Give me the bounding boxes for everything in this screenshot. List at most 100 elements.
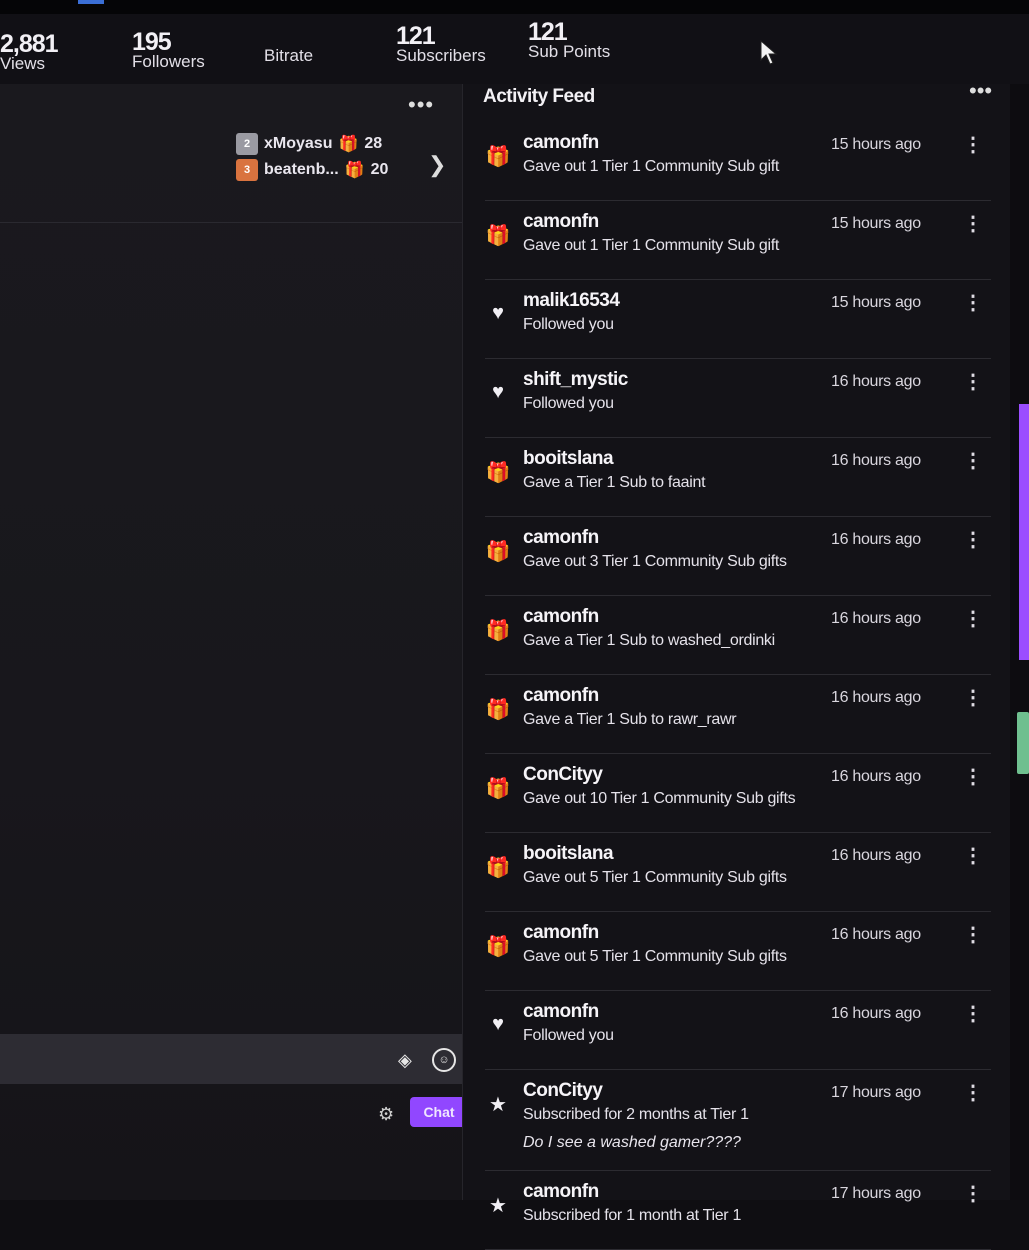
activity-description: Subscribed for 1 month at Tier 1 <box>523 1207 742 1224</box>
active-tab-indicator <box>78 0 104 4</box>
emote-picker-icon[interactable]: ☺ <box>432 1048 456 1072</box>
activity-timestamp: 16 hours ago <box>831 373 921 390</box>
activity-feed-list: 🎁 camonfn Gave out 1 Tier 1 Community Sub … <box>485 122 991 1250</box>
activity-item[interactable]: ♥ shift_mystic Followed you 16 hours ago ⋮ <box>485 359 991 438</box>
activity-description: Gave out 1 Tier 1 Community Sub gift <box>523 237 779 254</box>
activity-item[interactable]: 🎁 camonfn Gave out 5 Tier 1 Community Sub … <box>485 912 991 991</box>
activity-description: Followed you <box>523 316 614 333</box>
side-thumbnail[interactable] <box>1017 712 1029 774</box>
activity-username[interactable]: camonfn <box>523 606 599 628</box>
kebab-menu-icon[interactable]: ⋮ <box>963 922 983 947</box>
gift-icon: 🎁 <box>485 462 511 484</box>
bits-icon[interactable]: ◈ <box>398 1050 412 1071</box>
kebab-menu-icon[interactable]: ⋮ <box>963 527 983 552</box>
left-panel: ••• 2 xMoyasu 🎁 28 3 beatenb... 🎁 20 ❯ <box>0 84 462 1200</box>
more-options-icon[interactable]: ••• <box>969 78 992 104</box>
subscribers-label: Subscribers <box>396 46 486 65</box>
activity-item[interactable]: 🎁 camonfn Gave out 1 Tier 1 Community Sub … <box>485 201 991 280</box>
activity-timestamp: 16 hours ago <box>831 1005 921 1022</box>
activity-username[interactable]: camonfn <box>523 527 599 549</box>
activity-username[interactable]: ConCityy <box>523 764 603 786</box>
kebab-menu-icon[interactable]: ⋮ <box>963 132 983 157</box>
heart-icon: ♥ <box>492 381 504 403</box>
mouse-cursor-icon <box>760 40 778 65</box>
activity-description: Gave out 5 Tier 1 Community Sub gifts <box>523 869 787 886</box>
stat-subscribers[interactable]: 121 Subscribers <box>396 24 486 65</box>
kebab-menu-icon[interactable]: ⋮ <box>963 1181 983 1206</box>
activity-timestamp: 17 hours ago <box>831 1084 921 1101</box>
kebab-menu-icon[interactable]: ⋮ <box>963 369 983 394</box>
activity-description: Followed you <box>523 1027 614 1044</box>
chat-input[interactable] <box>0 1034 466 1084</box>
gift-icon: 🎁 <box>338 136 359 153</box>
activity-item[interactable]: 🎁 camonfn Gave a Tier 1 Sub to washed_ordi… <box>485 596 991 675</box>
leaderboard-gift-count: 20 <box>370 161 389 178</box>
rank-badge: 2 <box>236 133 258 155</box>
activity-item[interactable]: ★ camonfn Subscribed for 1 month at Tier 1… <box>485 1171 991 1250</box>
rank-badge: 3 <box>236 159 258 181</box>
activity-timestamp: 16 hours ago <box>831 452 921 469</box>
activity-timestamp: 15 hours ago <box>831 136 921 153</box>
activity-message: Do I see a washed gamer???? <box>523 1134 741 1151</box>
activity-description: Gave a Tier 1 Sub to rawr_rawr <box>523 711 737 728</box>
activity-item[interactable]: ♥ camonfn Followed you 16 hours ago ⋮ <box>485 991 991 1070</box>
gear-icon[interactable]: ⚙ <box>378 1104 394 1125</box>
activity-description: Gave a Tier 1 Sub to faaint <box>523 474 706 491</box>
kebab-menu-icon[interactable]: ⋮ <box>963 211 983 236</box>
kebab-menu-icon[interactable]: ⋮ <box>963 1001 983 1026</box>
gift-icon: 🎁 <box>344 162 365 179</box>
gift-icon: 🎁 <box>485 699 511 721</box>
activity-item[interactable]: ★ ConCityy Subscribed for 2 months at Tier… <box>485 1070 991 1171</box>
activity-username[interactable]: malik16534 <box>523 290 620 312</box>
leaderboard-entry[interactable]: 2 xMoyasu 🎁 28 <box>236 132 382 156</box>
stat-bitrate[interactable]: Bitrate <box>264 46 314 65</box>
activity-username[interactable]: camonfn <box>523 132 599 154</box>
activity-username[interactable]: booitslana <box>523 448 614 470</box>
activity-username[interactable]: camonfn <box>523 211 599 233</box>
activity-item[interactable]: 🎁 camonfn Gave a Tier 1 Sub to rawr_rawr 16… <box>485 675 991 754</box>
activity-timestamp: 16 hours ago <box>831 610 921 627</box>
activity-username[interactable]: ConCityy <box>523 1080 603 1102</box>
activity-username[interactable]: camonfn <box>523 922 599 944</box>
activity-description: Gave a Tier 1 Sub to washed_ordinki <box>523 632 775 649</box>
kebab-menu-icon[interactable]: ⋮ <box>963 1080 983 1105</box>
kebab-menu-icon[interactable]: ⋮ <box>963 290 983 315</box>
activity-item[interactable]: ♥ malik16534 Followed you 15 hours ago ⋮ <box>485 280 991 359</box>
leaderboard-gift-count: 28 <box>364 135 383 152</box>
stat-views[interactable]: 2,881 Views <box>0 32 59 73</box>
activity-item[interactable]: 🎁 camonfn Gave out 3 Tier 1 Community Sub … <box>485 517 991 596</box>
stat-followers[interactable]: 195 Followers <box>132 30 205 71</box>
activity-timestamp: 16 hours ago <box>831 768 921 785</box>
kebab-menu-icon[interactable]: ⋮ <box>963 606 983 631</box>
activity-item[interactable]: 🎁 ConCityy Gave out 10 Tier 1 Community Su… <box>485 754 991 833</box>
gift-icon: 🎁 <box>485 936 511 958</box>
gift-icon: 🎁 <box>485 778 511 800</box>
activity-description: Gave out 10 Tier 1 Community Sub gifts <box>523 790 796 807</box>
more-options-icon[interactable]: ••• <box>408 92 434 118</box>
heart-icon: ♥ <box>492 1013 504 1035</box>
chevron-right-icon[interactable]: ❯ <box>428 152 446 178</box>
kebab-menu-icon[interactable]: ⋮ <box>963 448 983 473</box>
activity-feed-title: Activity Feed <box>483 86 595 107</box>
bitrate-label: Bitrate <box>264 46 314 65</box>
activity-username[interactable]: camonfn <box>523 1001 599 1023</box>
activity-item[interactable]: 🎁 camonfn Gave out 1 Tier 1 Community Sub … <box>485 122 991 201</box>
activity-username[interactable]: booitslana <box>523 843 614 865</box>
activity-item[interactable]: 🎁 booitslana Gave a Tier 1 Sub to faaint 16… <box>485 438 991 517</box>
leaderboard-entry[interactable]: 3 beatenb... 🎁 20 <box>236 158 388 182</box>
gift-icon: 🎁 <box>485 225 511 247</box>
activity-item[interactable]: 🎁 booitslana Gave out 5 Tier 1 Community S… <box>485 833 991 912</box>
kebab-menu-icon[interactable]: ⋮ <box>963 764 983 789</box>
sub-points-label: Sub Points <box>528 42 611 61</box>
activity-timestamp: 16 hours ago <box>831 689 921 706</box>
kebab-menu-icon[interactable]: ⋮ <box>963 843 983 868</box>
stats-bar: 2,881 Views 195 Followers Bitrate 121 Su… <box>0 14 1029 84</box>
chat-button[interactable]: Chat <box>410 1097 468 1127</box>
activity-username[interactable]: camonfn <box>523 685 599 707</box>
leaderboard-username: xMoyasu <box>264 135 333 152</box>
stat-sub-points[interactable]: 121 Sub Points <box>528 20 611 61</box>
gift-icon: 🎁 <box>485 541 511 563</box>
activity-username[interactable]: shift_mystic <box>523 369 628 391</box>
leaderboard-username: beatenb... <box>264 161 339 178</box>
kebab-menu-icon[interactable]: ⋮ <box>963 685 983 710</box>
